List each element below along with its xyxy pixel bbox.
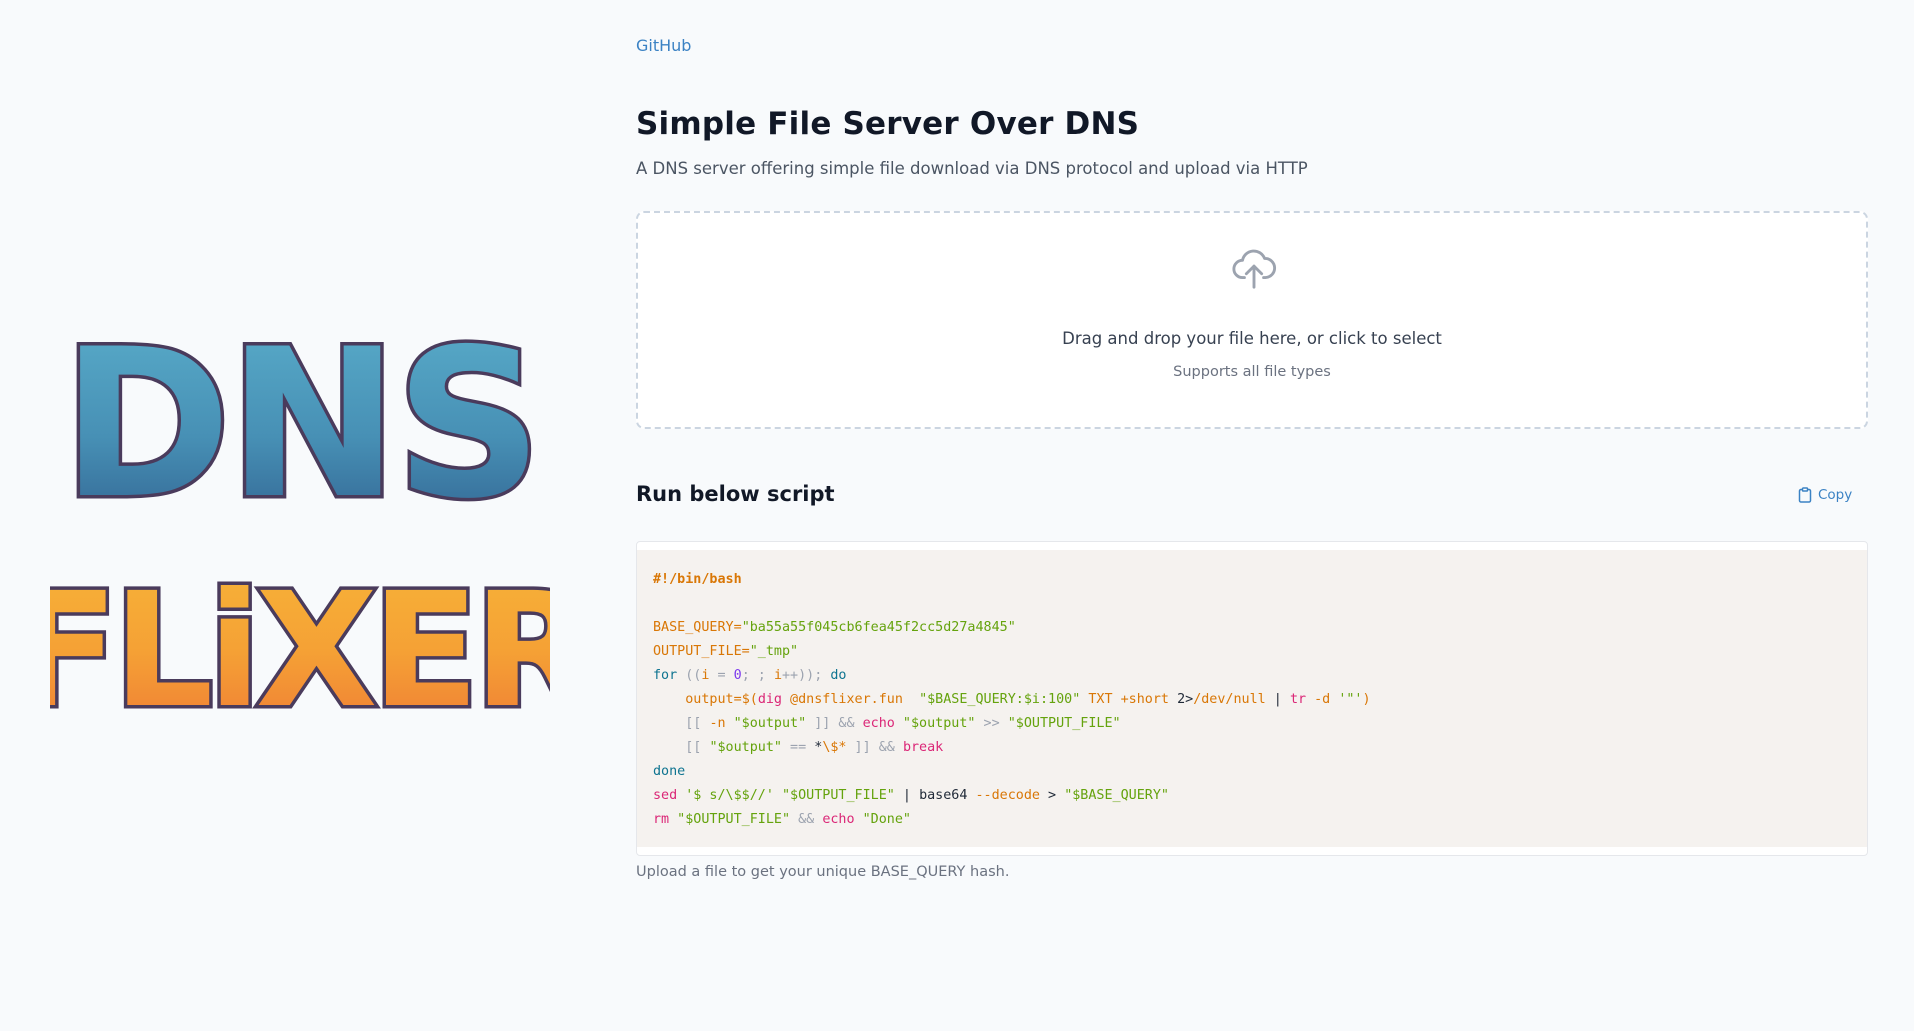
page-title: Simple File Server Over DNS [636,106,1140,142]
code-token: '"' [1338,692,1363,707]
code-token: /dev/null [1193,692,1266,707]
dns-flixer-logo: DNS FLiXER [7,303,602,747]
code-token: do [830,668,847,683]
code-token: "$OUTPUT_FILE" [669,812,791,827]
code-token: echo [822,812,855,827]
code-token: echo [862,716,895,731]
code-token: "Done" [854,812,911,827]
code-token: -n [709,716,726,731]
code-token: '$ s/\$$//' [677,788,774,803]
code-token: for [653,668,678,683]
code-token: --decode [967,788,1040,803]
code-token: tr [1289,692,1307,707]
code-token: | [1265,692,1290,707]
dropzone-supported-types: Supports all file types [1173,364,1331,380]
code-token: "_tmp" [749,644,799,659]
copy-button-label: Copy [1818,487,1853,503]
copy-button[interactable]: Copy [1798,484,1868,506]
code-token: "$output" [709,740,782,755]
code-token: ; ; [741,668,774,683]
code-token: ]] && [846,740,903,755]
code-token: sed [653,788,678,803]
code-token: output= [653,692,742,707]
code-token: TXT +short [1080,692,1178,707]
page-subtitle: A DNS server offering simple file downlo… [636,159,1308,178]
code-line: rm "$OUTPUT_FILE" && echo "Done" [653,808,1851,832]
code-token: == [782,740,815,755]
code-token: "$OUTPUT_FILE" [1007,716,1121,731]
code-token: rm [653,812,670,827]
code-token: = [709,668,734,683]
code-line: OUTPUT_FILE="_tmp" [653,640,1851,664]
code-token: "$BASE_QUERY" [1064,788,1169,803]
code-token: "$output" [894,716,976,731]
code-line: #!/bin/bash [653,568,1851,592]
code-token: break [902,740,944,755]
script-code-block[interactable]: #!/bin/bash BASE_QUERY="ba55a55f045cb6fe… [636,541,1868,856]
code-token: [[ [653,740,710,755]
code-token: [[ [653,716,710,731]
code-token: base64 [919,788,968,803]
code-token: dig [757,692,782,707]
script-section-title: Run below script [636,482,835,506]
dropzone-instructions: Drag and drop your file here, or click t… [1062,329,1442,348]
code-token: | [894,788,920,803]
code-token: "$output" [725,716,807,731]
clipboard-icon [1798,487,1812,503]
cloud-upload-icon [1232,249,1277,289]
code-token: @dnsflixer.fun [782,692,920,707]
code-token: && [790,812,823,827]
code-token: \$* [822,740,847,755]
code-line: BASE_QUERY="ba55a55f045cb6fea45f2cc5d27a… [653,616,1851,640]
code-token: OUTPUT_FILE= [653,644,750,659]
logo-graphic: DNS FLiXER [7,303,602,747]
code-token: #!/bin/bash [653,572,742,587]
code-token: "ba55a55f045cb6fea45f2cc5d27a4845" [741,620,1016,635]
github-link[interactable]: GitHub [636,36,691,55]
code-line: for ((i = 0; ; i++)); do [653,664,1851,688]
file-dropzone[interactable]: Drag and drop your file here, or click t… [636,211,1868,429]
code-token: "$OUTPUT_FILE" [773,788,895,803]
base-query-hint: Upload a file to get your unique BASE_QU… [636,864,1010,880]
code-token: > [1040,788,1065,803]
code-line: output=$(dig @dnsflixer.fun "$BASE_QUERY… [653,688,1851,712]
code-line: [[ "$output" == *\$* ]] && break [653,736,1851,760]
code-token: BASE_QUERY= [653,620,742,635]
code-line: done [653,760,1851,784]
code-token: -d [1306,692,1339,707]
code-token: >> [975,716,1008,731]
code-token: "$BASE_QUERY:$i:100" [919,692,1081,707]
code-line: [[ -n "$output" ]] && echo "$output" >> … [653,712,1851,736]
code-token: (( [677,668,702,683]
code-token: i [773,668,782,683]
code-token: 0 [733,668,742,683]
code-token: ++)); [782,668,831,683]
logo-text-dns: DNS [61,330,538,544]
code-line: sed '$ s/\$$//' "$OUTPUT_FILE" | base64 … [653,784,1851,808]
code-token: ]] && [806,716,863,731]
code-token: 2> [1177,692,1194,707]
code-token: ) [1362,692,1371,707]
code-token: done [653,764,686,779]
code-token: $( [741,692,758,707]
logo-text-flixer: FLiXER [50,559,550,720]
